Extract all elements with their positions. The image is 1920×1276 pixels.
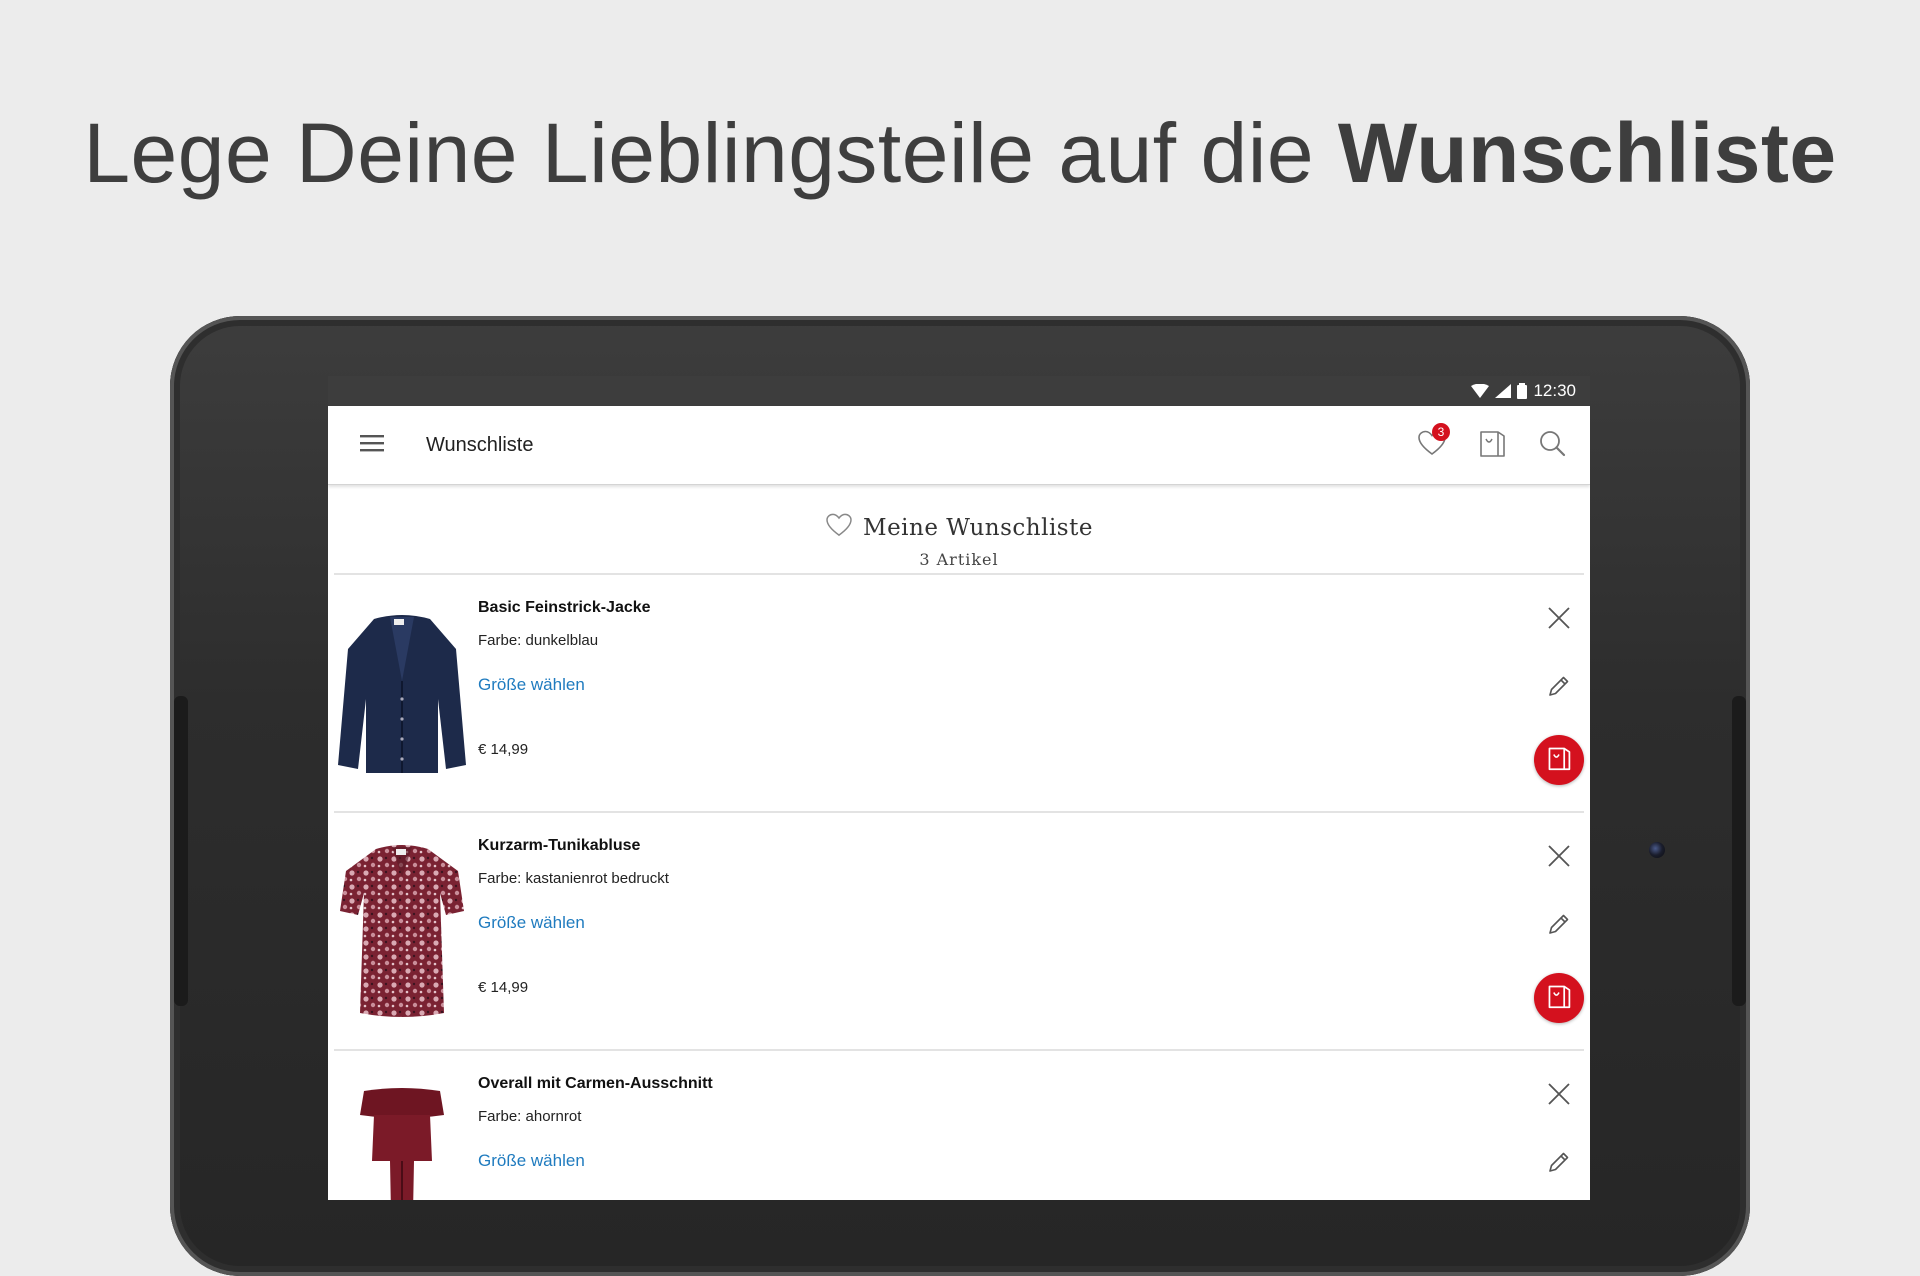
shopping-bag-icon: [1478, 428, 1506, 463]
wishlist-item: Basic Feinstrick-Jacke Farbe: dunkelblau…: [334, 575, 1584, 813]
product-color: Farbe: dunkelblau: [478, 632, 599, 649]
app-screen: 12:30 Wunschliste 3 Meine Wunschliste 3 …: [328, 376, 1590, 1200]
cart-button[interactable]: [1468, 421, 1516, 469]
wishlist-button[interactable]: 3: [1408, 421, 1456, 469]
toolbar-title: Wunschliste: [426, 433, 534, 456]
heart-outline-icon: [825, 513, 853, 542]
product-color: Farbe: kastanienrot bedruckt: [478, 870, 669, 887]
tablet-camera: [1649, 842, 1665, 858]
pencil-icon: [1547, 1150, 1571, 1179]
product-color: Farbe: ahornrot: [478, 1108, 582, 1125]
tablet-side-button-left: [174, 696, 188, 1006]
pencil-icon: [1547, 912, 1571, 941]
close-icon: [1547, 606, 1571, 635]
product-price: € 14,99: [478, 741, 529, 758]
add-to-cart-button[interactable]: [1534, 973, 1584, 1023]
promo-headline-bold: Wunschliste: [1337, 106, 1837, 200]
wishlist-header: Meine Wunschliste 3 Artikel: [334, 485, 1584, 575]
shopping-bag-icon: [1546, 983, 1572, 1014]
toolbar-actions: 3: [1408, 421, 1576, 469]
battery-icon: [1517, 383, 1528, 399]
menu-icon: [360, 434, 384, 457]
wishlist-count: 3 Artikel: [919, 550, 999, 569]
edit-item-button[interactable]: [1540, 907, 1578, 945]
wishlist-title: Meine Wunschliste: [863, 514, 1093, 541]
close-icon: [1547, 844, 1571, 873]
product-image-blouse[interactable]: [334, 827, 470, 1025]
promo-headline-regular: Lege Deine Lieblingsteile auf die: [83, 106, 1338, 200]
shopping-bag-icon: [1546, 745, 1572, 776]
wishlist-item: Overall mit Carmen-Ausschnitt Farbe: aho…: [334, 1051, 1584, 1200]
search-button[interactable]: [1528, 421, 1576, 469]
status-bar: 12:30: [328, 376, 1590, 406]
product-name[interactable]: Overall mit Carmen-Ausschnitt: [478, 1075, 713, 1093]
menu-button[interactable]: [348, 421, 396, 469]
product-image-overall[interactable]: [334, 1065, 470, 1200]
close-icon: [1547, 1082, 1571, 1111]
select-size-link[interactable]: Größe wählen: [478, 675, 585, 695]
promo-headline: Lege Deine Lieblingsteile auf die Wunsch…: [0, 105, 1920, 202]
wishlist-count-badge: 3: [1432, 423, 1450, 441]
product-price: € 14,99: [478, 979, 529, 996]
remove-item-button[interactable]: [1540, 601, 1578, 639]
tablet-side-button-right: [1732, 696, 1746, 1006]
signal-icon: [1495, 384, 1512, 398]
edit-item-button[interactable]: [1540, 669, 1578, 707]
pencil-icon: [1547, 674, 1571, 703]
remove-item-button[interactable]: [1540, 839, 1578, 877]
wishlist-item: Kurzarm-Tunikabluse Farbe: kastanienrot …: [334, 813, 1584, 1051]
select-size-link[interactable]: Größe wählen: [478, 1151, 585, 1171]
wifi-icon: [1471, 384, 1490, 398]
remove-item-button[interactable]: [1540, 1077, 1578, 1115]
search-icon: [1538, 429, 1566, 462]
select-size-link[interactable]: Größe wählen: [478, 913, 585, 933]
app-toolbar: Wunschliste 3: [328, 406, 1590, 485]
add-to-cart-button[interactable]: [1534, 735, 1584, 785]
edit-item-button[interactable]: [1540, 1145, 1578, 1183]
product-image-cardigan[interactable]: [334, 589, 470, 787]
product-name[interactable]: Basic Feinstrick-Jacke: [478, 599, 651, 617]
status-time: 12:30: [1533, 381, 1576, 400]
product-name[interactable]: Kurzarm-Tunikabluse: [478, 837, 640, 855]
